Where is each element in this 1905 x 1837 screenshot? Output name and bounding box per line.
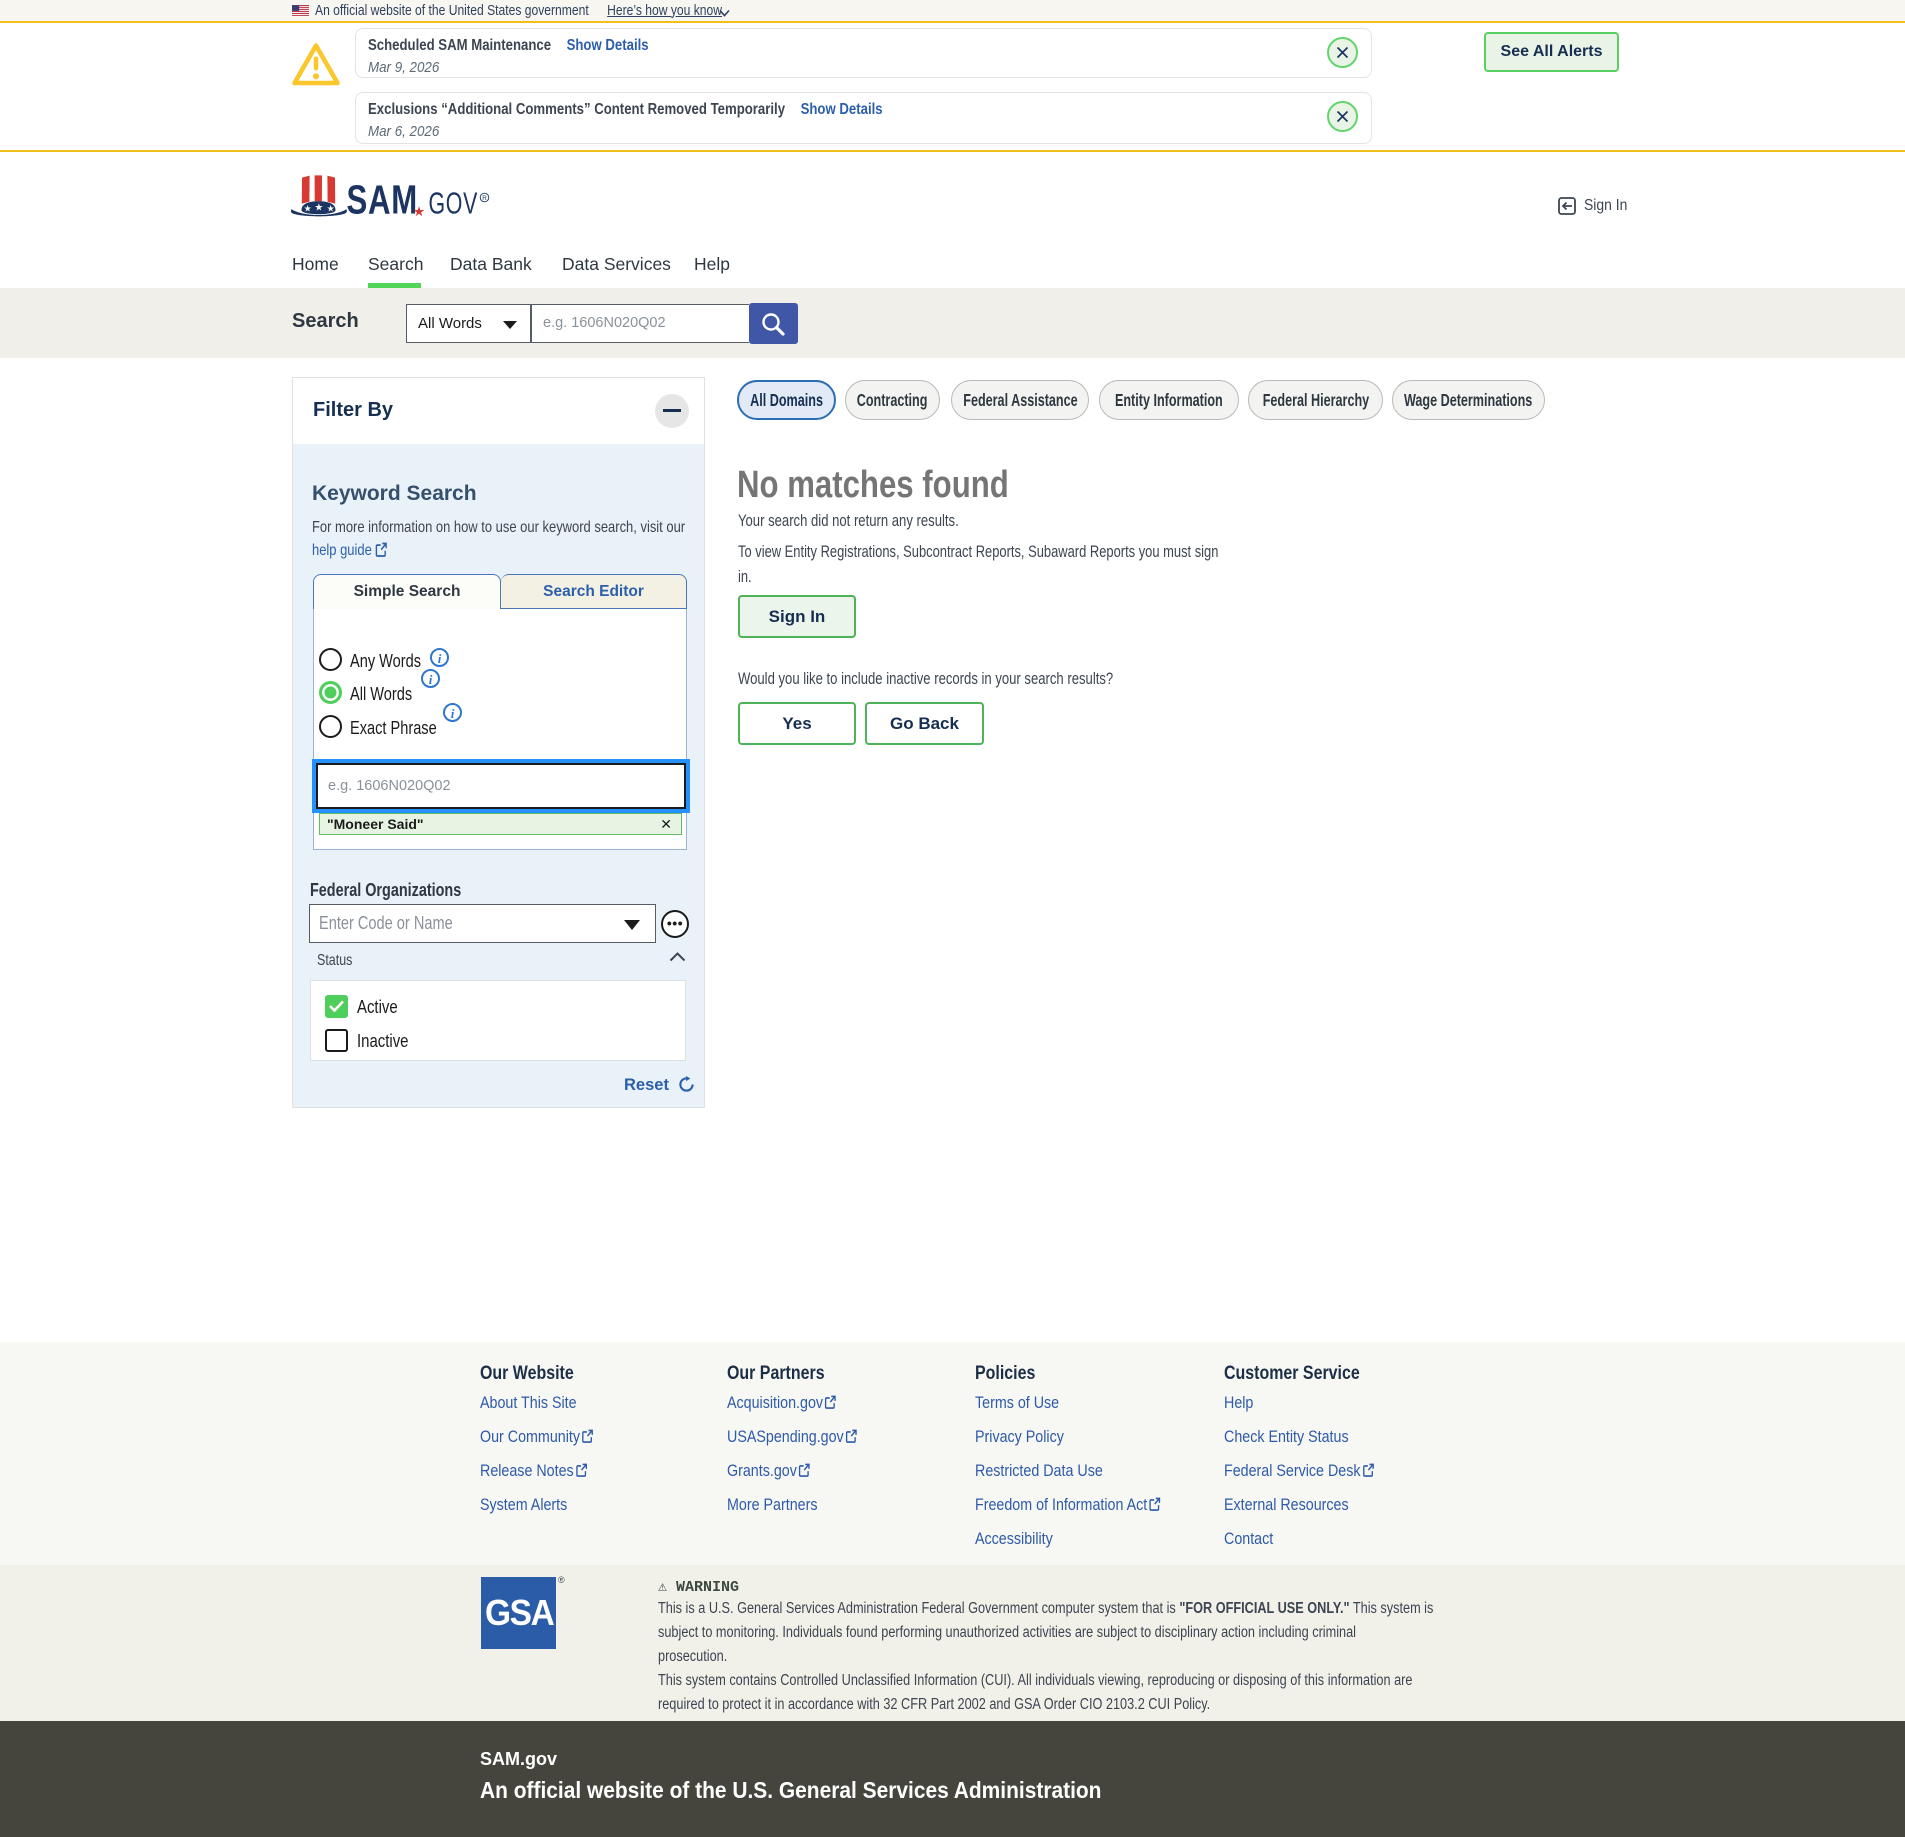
svg-text:★: ★ — [413, 204, 425, 219]
svg-text:★: ★ — [314, 203, 323, 214]
svg-text:★: ★ — [327, 204, 335, 214]
svg-text:GOV: GOV — [429, 186, 479, 221]
svg-text:R: R — [482, 195, 487, 202]
svg-text:SAM: SAM — [347, 176, 419, 222]
svg-text:★: ★ — [304, 204, 312, 214]
